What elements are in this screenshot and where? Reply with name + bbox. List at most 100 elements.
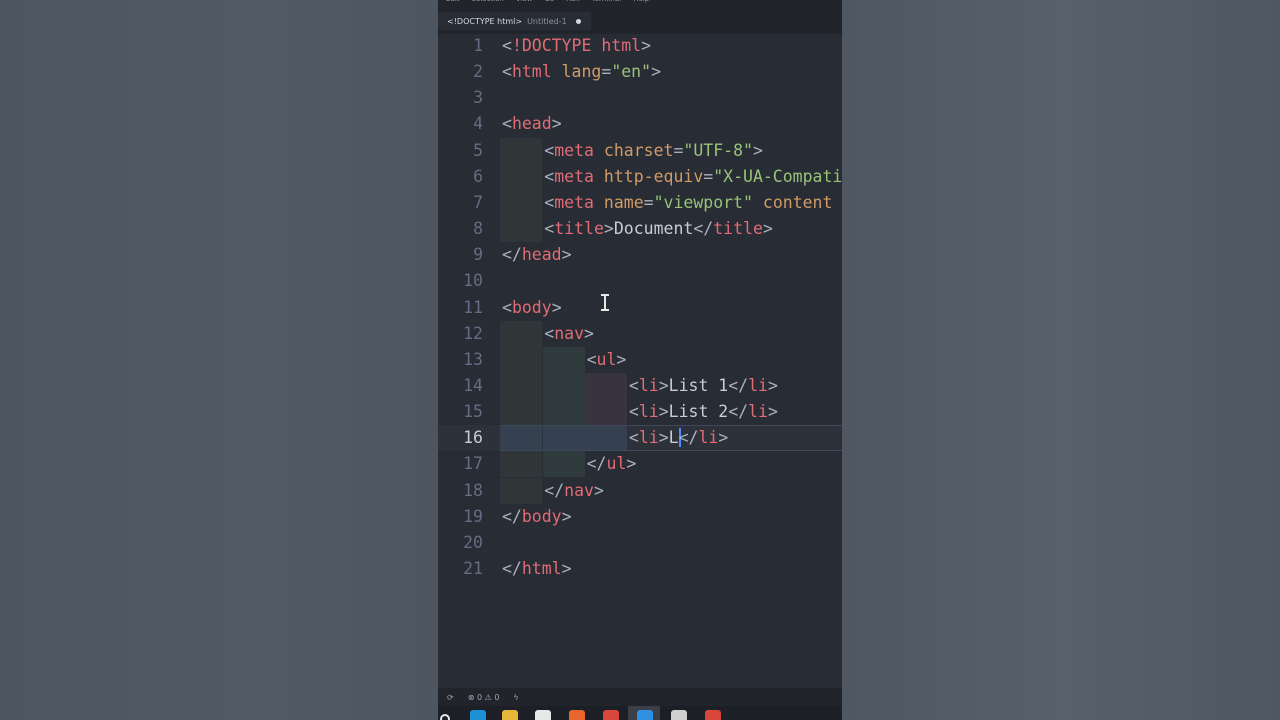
code-token: charset [603,140,674,160]
code-token: > [561,245,572,265]
code-text: <meta name="viewport" content [544,190,832,216]
code-token: html [511,62,552,82]
file-explorer-icon[interactable] [502,710,518,720]
code-token: </ [586,454,607,474]
code-token: List 2 [668,402,729,422]
search-icon[interactable] [440,714,450,720]
line-number: 9 [473,245,483,265]
code-line[interactable]: 1 <!DOCTYPE html> [438,33,842,59]
unsaved-dot-icon[interactable] [575,18,581,24]
code-token: meta [554,192,594,212]
code-line[interactable]: 4 <head> [438,111,842,137]
code-line[interactable]: 21 </html> [438,556,842,582]
code-token: < [544,323,555,343]
chrome-icon[interactable] [705,710,721,720]
code-token: > [593,480,604,500]
code-line[interactable]: 3 [438,85,842,111]
code-line-current[interactable]: 16 <li>L</li> [438,425,842,452]
line-number: 11 [463,297,483,317]
code-line[interactable]: 13 <ul> [438,346,842,373]
code-line[interactable]: 15 <li>List 2</li> [438,399,842,426]
code-token: < [628,428,639,448]
code-token: title [713,219,763,239]
store-icon[interactable] [535,710,551,720]
code-line[interactable]: 7 <meta name="viewport" content [438,189,842,216]
code-token: "viewport" [653,192,753,212]
code-line[interactable]: 11 <body> [438,295,842,321]
line-number: 19 [463,506,483,526]
code-line[interactable]: 8 <title>Document</title> [438,216,842,243]
code-token: nav [564,480,594,500]
live-share-icon[interactable]: ϟ [513,693,518,702]
github-icon[interactable] [671,710,687,720]
line-number: 6 [473,166,483,186]
code-token: html [521,559,562,578]
code-line[interactable]: 19 </body> [438,504,842,530]
line-number: 2 [473,62,483,82]
code-line[interactable]: 5 <meta charset="UTF-8"> [438,137,842,164]
problems-indicator[interactable]: ⊗ 0 ⚠ 0 [468,693,500,702]
code-text: </html> [502,556,572,582]
code-line[interactable]: 10 [438,268,842,294]
line-number: 4 [473,114,483,134]
indent-guide [543,372,585,399]
warning-count: 0 [494,692,500,702]
code-token: </ [693,219,714,239]
code-line[interactable]: 9 </head> [438,242,842,268]
code-text: <meta http-equiv="X-UA-Compatible" [544,164,842,190]
code-line[interactable]: 17 </ul> [438,451,842,478]
indent-guide [585,372,627,399]
code-token: > [752,140,763,160]
code-token: "en" [611,62,652,82]
code-token: > [658,402,669,422]
code-line[interactable]: 14 <li>List 1</li> [438,372,842,399]
code-token: </ [728,402,749,422]
line-number: 13 [463,349,483,369]
code-token: nav [554,323,585,343]
line-number: 7 [473,192,483,212]
code-token: li [748,402,768,422]
code-token: < [544,192,555,212]
code-line[interactable]: 6 <meta http-equiv="X-UA-Compatible" [438,163,842,190]
code-token: > [762,219,773,239]
code-token: body [521,506,562,526]
code-editor[interactable]: 1 <!DOCTYPE html> 2 <html lang="en"> 3 4 <head… [438,33,842,688]
code-token: head [511,114,552,134]
code-token: li [748,375,768,395]
indent-guide [543,425,585,452]
edge-icon[interactable] [470,710,486,720]
code-token: lang [561,62,602,82]
line-number: 14 [463,375,483,395]
code-token: List 1 [668,375,729,395]
code-token: > [603,219,614,239]
code-token: Document [613,219,694,239]
indent-guide [543,451,585,478]
firefox-icon[interactable] [569,710,585,720]
chrome-icon[interactable] [603,710,619,720]
line-number: 16 [463,428,483,448]
code-token: > [641,36,652,55]
code-token: html [601,36,642,55]
line-number: 18 [463,480,483,500]
code-line[interactable]: 2 <html lang="en"> [438,59,842,85]
line-number: 20 [463,532,483,552]
code-token: content [762,192,833,212]
code-text: <nav> [544,321,594,347]
code-token: ul [596,349,617,369]
code-line[interactable]: 20 [438,530,842,556]
code-token: li [698,428,719,448]
indent-guide [500,320,542,347]
code-token: !DOCTYPE [511,36,592,55]
sync-icon[interactable]: ⟳ [447,693,454,702]
tab-title: <!DOCTYPE html> [447,16,523,26]
indent-guide [500,425,542,452]
vscode-icon[interactable] [637,710,653,720]
code-token: li [638,428,659,448]
code-line[interactable]: 18 </nav> [438,477,842,504]
code-text: <html lang="en"> [502,59,661,85]
indent-guide [500,372,542,399]
code-line[interactable]: 12 <nav> [438,320,842,347]
editor-tab[interactable]: <!DOCTYPE html> Untitled-1 [438,12,591,30]
